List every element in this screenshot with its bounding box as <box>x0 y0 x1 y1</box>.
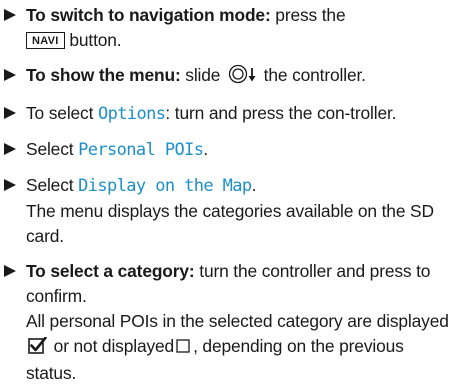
step-text: Select <box>26 175 79 195</box>
step-text: . <box>203 139 209 159</box>
bullet-arrow-icon <box>4 265 16 277</box>
bullet-arrow-icon <box>4 9 16 21</box>
step-heading: To select a category: <box>26 261 195 281</box>
navi-key-label: NAVI <box>26 32 65 49</box>
instruction-list: To switch to navigation mode: press the N… <box>2 3 454 386</box>
step-select-options: To select Options: turn and press the co… <box>2 101 454 127</box>
step-result: All personal POIs in the selected catego… <box>26 311 449 331</box>
controller-slide-down-icon <box>228 64 258 91</box>
bullet-arrow-icon <box>4 107 16 119</box>
step-result: The menu displays the categories availab… <box>26 201 434 246</box>
step-text: press the <box>270 5 346 25</box>
step-heading: To show the menu: <box>26 65 181 85</box>
menu-item-personal-pois: Personal POIs <box>78 140 204 160</box>
menu-item-display-on-map: Display on the Map <box>78 176 252 196</box>
step-select-display-on-map: Select Display on the Map. The menu displ… <box>2 173 454 249</box>
step-select-category: To select a category: turn the controlle… <box>2 259 454 386</box>
step-text: the controller. <box>259 65 366 85</box>
step-text: slide <box>180 65 225 85</box>
step-text: Select <box>26 139 79 159</box>
menu-item-options: Options <box>97 104 166 124</box>
step-select-personal-pois: Select Personal POIs. <box>2 137 454 163</box>
step-text: button. <box>64 30 122 50</box>
bullet-arrow-icon <box>4 69 16 81</box>
step-text: To select <box>26 103 98 123</box>
step-show-menu: To show the menu: slide the controller. <box>2 63 454 91</box>
step-text: . <box>251 175 257 195</box>
step-text: : turn and press the con-troller. <box>165 103 397 123</box>
bullet-arrow-icon <box>4 179 16 191</box>
step-switch-navigation-mode: To switch to navigation mode: press the N… <box>2 3 454 53</box>
empty-checkbox-icon <box>176 336 191 361</box>
bullet-arrow-icon <box>4 143 16 155</box>
step-heading: To switch to navigation mode: <box>26 5 271 25</box>
checked-checkbox-icon <box>28 336 47 361</box>
step-result: or not displayed <box>49 336 175 356</box>
